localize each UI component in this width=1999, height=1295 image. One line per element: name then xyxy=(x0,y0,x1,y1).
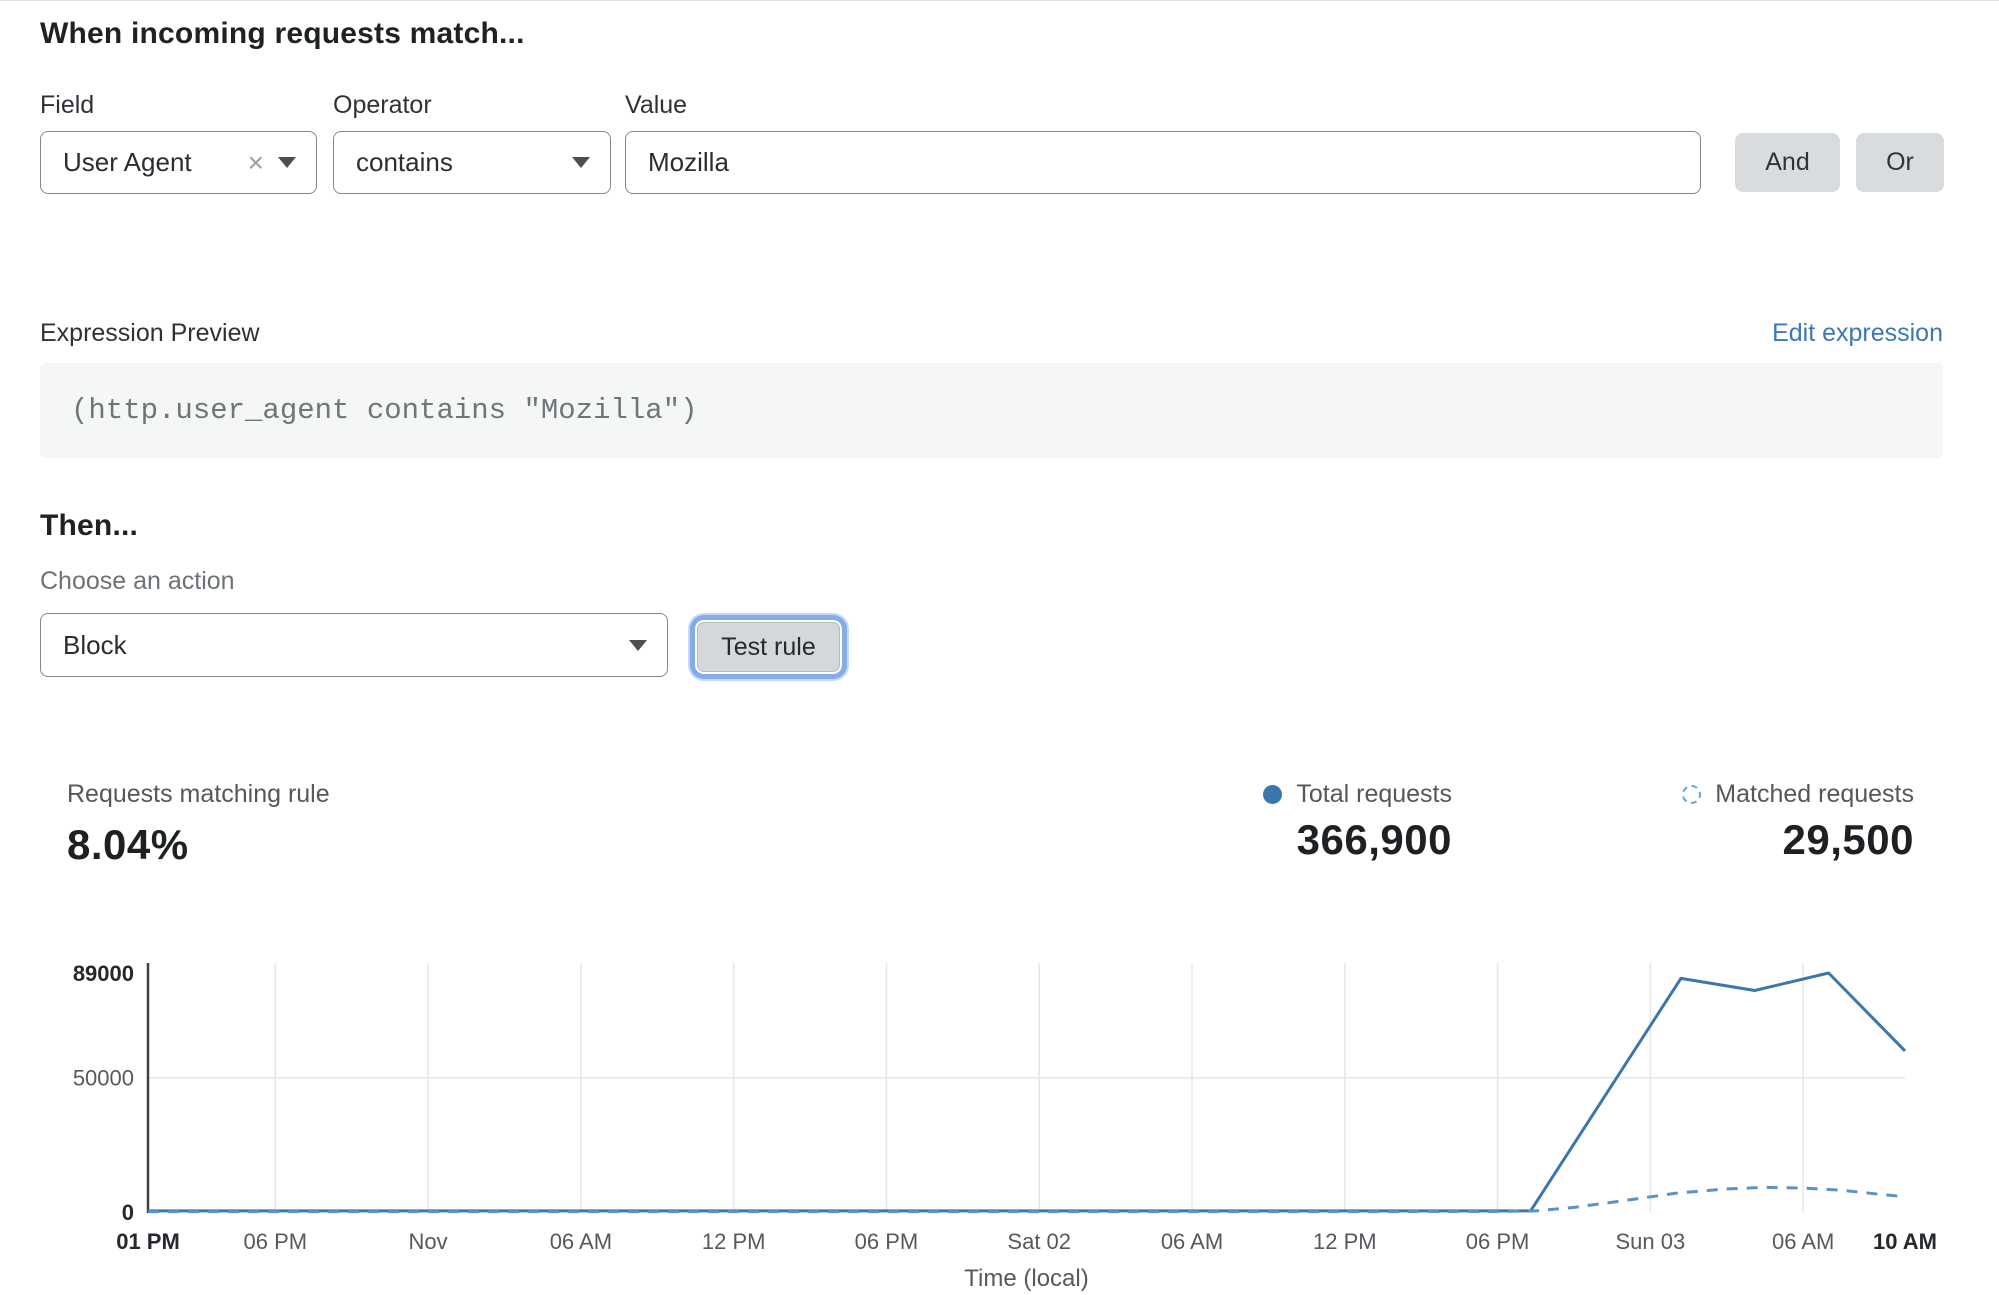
legend-matched: Matched requests 29,500 xyxy=(1682,780,1914,864)
x-axis-title: Time (local) xyxy=(964,1265,1088,1292)
test-rule-button[interactable]: Test rule xyxy=(697,622,840,672)
action-select-value: Block xyxy=(63,630,615,661)
x-tick-label: 01 PM xyxy=(116,1229,180,1254)
operator-select-value: contains xyxy=(356,147,558,178)
legend-total: Total requests 366,900 xyxy=(1263,780,1452,864)
matching-rule-label: Requests matching rule xyxy=(67,780,330,809)
x-tick-label: 12 PM xyxy=(702,1229,766,1254)
y-tick-label: 89000 xyxy=(73,961,134,986)
chevron-down-icon[interactable] xyxy=(629,640,647,651)
x-tick-label: 06 PM xyxy=(1466,1229,1530,1254)
edit-expression-link[interactable]: Edit expression xyxy=(1772,319,1943,348)
series-line-matched-requests xyxy=(148,1187,1905,1211)
total-requests-label: Total requests xyxy=(1296,780,1452,809)
x-tick-label: Sat 02 xyxy=(1007,1229,1071,1254)
requests-chart: 0 50000 89000 01 PM 06 PM Nov 06 AM 12 PM 06 PM S… xyxy=(0,931,1999,1295)
x-tick-label: 06 PM xyxy=(855,1229,919,1254)
series-line-total-requests xyxy=(148,973,1905,1211)
field-label: Field xyxy=(40,91,94,120)
x-tick-label: 06 AM xyxy=(1161,1229,1223,1254)
y-tick-label: 0 xyxy=(122,1200,134,1225)
or-button[interactable]: Or xyxy=(1856,133,1944,192)
chevron-down-icon[interactable] xyxy=(278,157,296,168)
chevron-down-icon[interactable] xyxy=(572,157,590,168)
action-select[interactable]: Block xyxy=(40,613,668,677)
field-select[interactable]: User Agent × xyxy=(40,131,317,194)
firewall-rule-editor: When incoming requests match... Field Op… xyxy=(0,0,1999,1295)
operator-label: Operator xyxy=(333,91,432,120)
matched-requests-dashed-circle-icon xyxy=(1682,785,1701,804)
operator-select[interactable]: contains xyxy=(333,131,611,194)
choose-action-label: Choose an action xyxy=(40,567,235,596)
and-button[interactable]: And xyxy=(1735,133,1840,192)
total-requests-value: 366,900 xyxy=(1263,816,1452,864)
y-tick-label: 50000 xyxy=(73,1066,134,1091)
matching-rule-value: 8.04% xyxy=(67,821,189,869)
expression-code: (http.user_agent contains "Mozilla") xyxy=(40,394,698,427)
value-label: Value xyxy=(625,91,687,120)
expression-code-block: (http.user_agent contains "Mozilla") xyxy=(40,363,1943,458)
matched-requests-value: 29,500 xyxy=(1682,816,1914,864)
x-tick-label: Sun 03 xyxy=(1615,1229,1685,1254)
clear-icon[interactable]: × xyxy=(248,149,264,177)
x-tick-label: 06 PM xyxy=(244,1229,308,1254)
match-heading: When incoming requests match... xyxy=(40,17,525,51)
x-tick-label: Nov xyxy=(409,1229,448,1254)
total-requests-dot-icon xyxy=(1263,785,1282,804)
expression-preview-label: Expression Preview xyxy=(40,319,260,348)
x-tick-label: 06 AM xyxy=(550,1229,612,1254)
x-tick-label: 06 AM xyxy=(1772,1229,1834,1254)
matched-requests-label: Matched requests xyxy=(1715,780,1914,809)
field-select-value: User Agent xyxy=(63,147,236,178)
then-heading: Then... xyxy=(40,509,138,543)
x-tick-label: 12 PM xyxy=(1313,1229,1377,1254)
value-input[interactable] xyxy=(625,131,1701,194)
x-tick-label: 10 AM xyxy=(1873,1229,1937,1254)
